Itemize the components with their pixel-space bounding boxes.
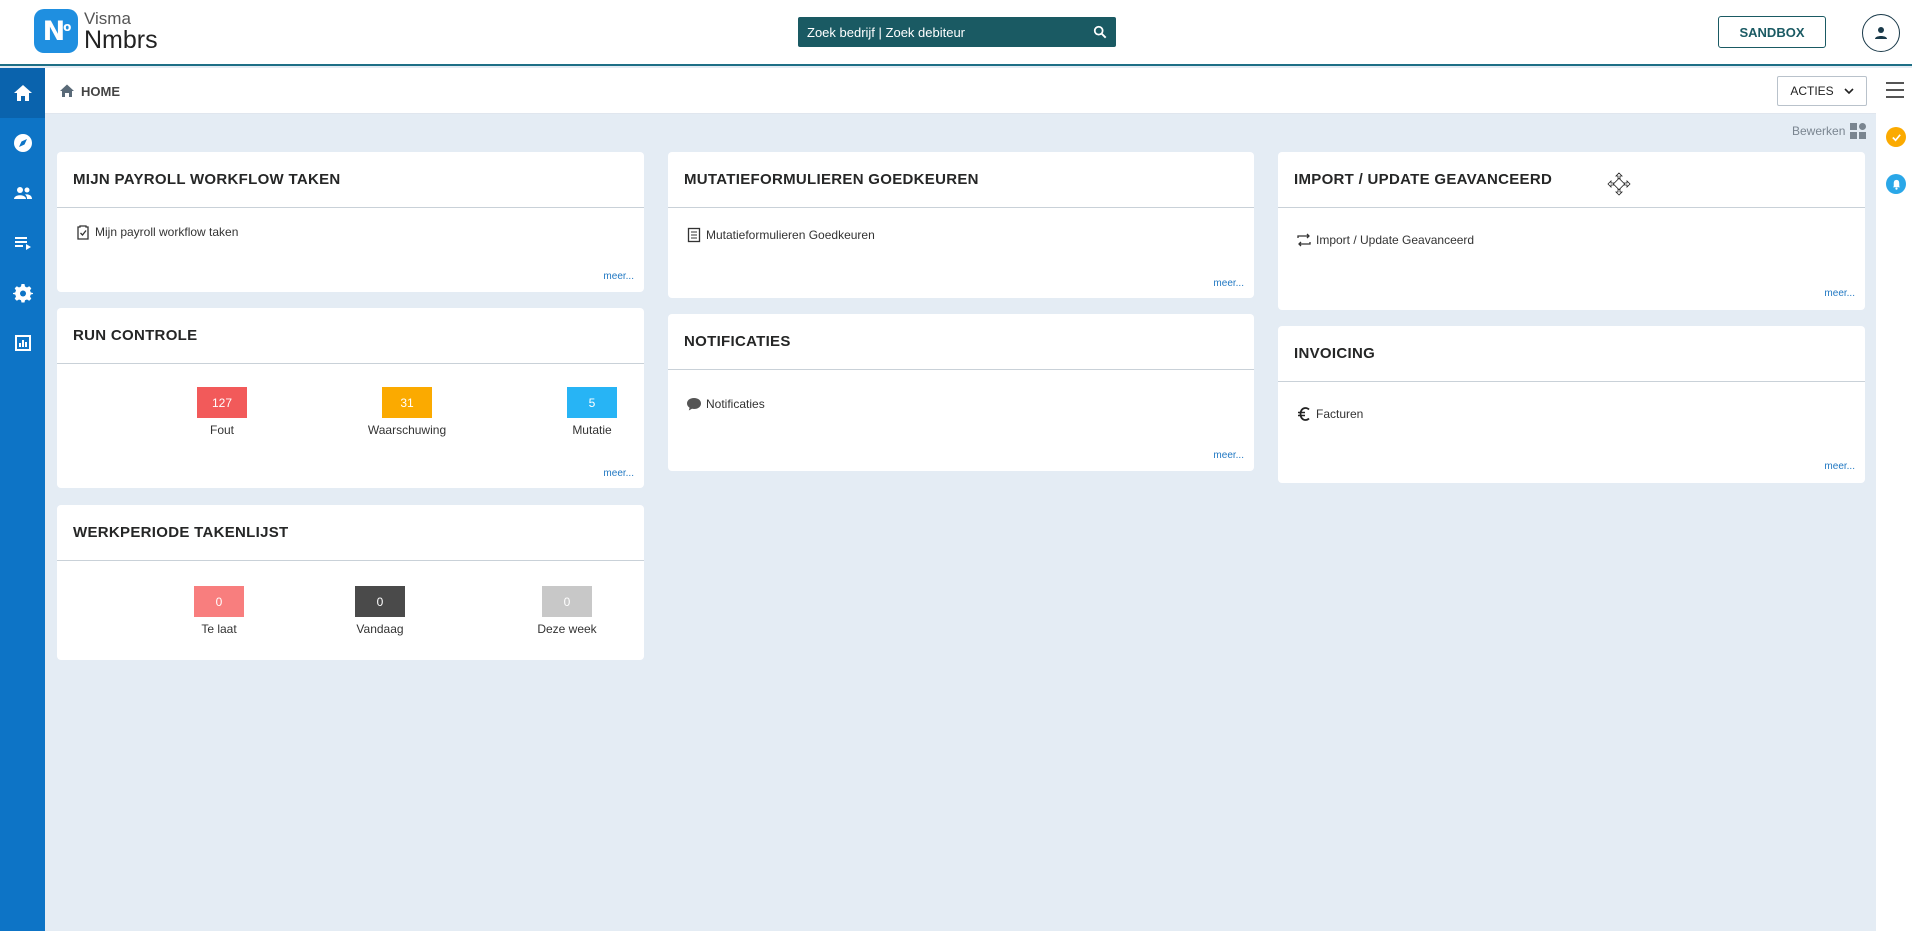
- nav-home[interactable]: [0, 68, 45, 118]
- chevron-down-icon: [1844, 88, 1854, 95]
- bell-icon: [1892, 179, 1900, 190]
- breadcrumb-bar: HOME ACTIES: [45, 68, 1876, 114]
- card-title: NOTIFICATIES: [668, 314, 1254, 370]
- card-title: WERKPERIODE TAKENLIJST: [57, 505, 644, 561]
- deze-week-label: Deze week: [537, 622, 597, 636]
- gear-icon: [12, 284, 33, 303]
- visma-nmbrs-logo[interactable]: No Visma Nmbrs: [34, 9, 158, 53]
- clipboard-check-icon: [77, 225, 89, 240]
- link-label: Import / Update Geavanceerd: [1316, 233, 1475, 247]
- link-label: Mutatieformulieren Goedkeuren: [706, 228, 875, 242]
- check-icon: [1891, 133, 1901, 141]
- notifications-bell-icon[interactable]: [1886, 174, 1906, 194]
- mutatie-label: Mutatie: [572, 423, 612, 437]
- more-link[interactable]: meer...: [603, 271, 634, 282]
- home-icon: [13, 85, 32, 101]
- breadcrumb[interactable]: HOME: [59, 83, 120, 99]
- chart-icon: [14, 335, 31, 351]
- waarschuwing-stat[interactable]: 31 Waarschuwing: [367, 387, 447, 437]
- top-bar: No Visma Nmbrs Zoek bedrijf | Zoek debit…: [0, 0, 1912, 66]
- right-rail: [1876, 68, 1912, 931]
- home-icon: [60, 84, 74, 97]
- logo-text-top: Visma: [84, 8, 131, 28]
- invoicing-card: INVOICING Facturen meer...: [1278, 326, 1865, 483]
- compass-icon: [13, 134, 32, 152]
- fout-stat[interactable]: 127 Fout: [182, 387, 262, 437]
- chat-bubble-icon: [687, 398, 701, 411]
- search-placeholder: Zoek bedrijf | Zoek debiteur: [807, 24, 966, 40]
- waarschuwing-count: 31: [382, 387, 432, 418]
- te-laat-stat[interactable]: 0 Te laat: [179, 586, 259, 636]
- nav-runs[interactable]: [0, 218, 45, 268]
- te-laat-count: 0: [194, 586, 244, 617]
- deze-week-count: 0: [542, 586, 592, 617]
- search-icon[interactable]: [1093, 25, 1107, 39]
- acties-dropdown[interactable]: ACTIES: [1777, 76, 1867, 106]
- move-cursor-icon: [1607, 172, 1631, 196]
- notifications-card: NOTIFICATIES Notificaties meer...: [668, 314, 1254, 471]
- nav-explore[interactable]: [0, 118, 45, 168]
- run-control-card: RUN CONTROLE 127 Fout 31 Waarschuwing 5 …: [57, 308, 644, 488]
- card-title: RUN CONTROLE: [57, 308, 644, 364]
- euro-icon: [1298, 407, 1310, 421]
- list-icon: [14, 237, 31, 250]
- edit-dashboard-button[interactable]: Bewerken: [1792, 122, 1867, 140]
- more-link[interactable]: meer...: [603, 468, 634, 479]
- te-laat-label: Te laat: [201, 622, 237, 636]
- workflow-tasks-card: MIJN PAYROLL WORKFLOW TAKEN Mijn payroll…: [57, 152, 644, 292]
- vandaag-count: 0: [355, 586, 405, 617]
- link-label: Mijn payroll workflow taken: [95, 225, 239, 239]
- deze-week-stat[interactable]: 0 Deze week: [527, 586, 607, 636]
- mutatie-count: 5: [567, 387, 617, 418]
- link-label: Notificaties: [706, 397, 765, 411]
- waarschuwing-label: Waarschuwing: [367, 423, 447, 437]
- nav-reports[interactable]: [0, 318, 45, 368]
- nav-employees[interactable]: [0, 168, 45, 218]
- user-avatar-button[interactable]: [1862, 14, 1900, 52]
- notifications-link[interactable]: Notificaties: [686, 396, 765, 412]
- card-title: MUTATIEFORMULIEREN GOEDKEUREN: [668, 152, 1254, 208]
- dashboard-grid-icon: [1850, 123, 1867, 139]
- user-icon: [1875, 27, 1887, 39]
- fout-count: 127: [197, 387, 247, 418]
- nav-settings[interactable]: [0, 268, 45, 318]
- sandbox-button[interactable]: SANDBOX: [1718, 16, 1826, 48]
- card-title: INVOICING: [1278, 326, 1865, 382]
- left-navigation: [0, 68, 45, 931]
- company-search-input[interactable]: Zoek bedrijf | Zoek debiteur: [798, 17, 1116, 47]
- logo-text-bottom: Nmbrs: [84, 25, 158, 54]
- link-label: Facturen: [1316, 407, 1364, 421]
- more-link[interactable]: meer...: [1213, 450, 1244, 461]
- logo-badge: No: [34, 9, 78, 53]
- document-icon: [687, 227, 701, 243]
- more-link[interactable]: meer...: [1213, 278, 1244, 289]
- mutation-forms-link[interactable]: Mutatieformulieren Goedkeuren: [686, 227, 875, 243]
- breadcrumb-home: HOME: [81, 83, 120, 99]
- people-icon: [13, 187, 32, 199]
- more-link[interactable]: meer...: [1824, 288, 1855, 299]
- workflow-tasks-link[interactable]: Mijn payroll workflow taken: [75, 224, 238, 240]
- hamburger-menu-icon[interactable]: [1886, 82, 1904, 103]
- invoices-link[interactable]: Facturen: [1296, 406, 1363, 422]
- acties-label: ACTIES: [1790, 84, 1834, 98]
- import-update-card: IMPORT / UPDATE GEAVANCEERD Import / Upd…: [1278, 152, 1865, 310]
- import-update-link[interactable]: Import / Update Geavanceerd: [1296, 232, 1474, 248]
- tasks-status-icon[interactable]: [1886, 127, 1906, 147]
- edit-label: Bewerken: [1792, 124, 1846, 138]
- mutation-forms-card: MUTATIEFORMULIEREN GOEDKEUREN Mutatiefor…: [668, 152, 1254, 298]
- swap-arrows-icon: [1297, 233, 1311, 247]
- more-link[interactable]: meer...: [1824, 461, 1855, 472]
- vandaag-label: Vandaag: [356, 622, 404, 636]
- vandaag-stat[interactable]: 0 Vandaag: [340, 586, 420, 636]
- mutatie-stat[interactable]: 5 Mutatie: [552, 387, 632, 437]
- work-period-tasklist-card: WERKPERIODE TAKENLIJST 0 Te laat 0 Vanda…: [57, 505, 644, 660]
- card-title: MIJN PAYROLL WORKFLOW TAKEN: [57, 152, 644, 208]
- card-title: IMPORT / UPDATE GEAVANCEERD: [1278, 152, 1865, 208]
- fout-label: Fout: [209, 423, 234, 437]
